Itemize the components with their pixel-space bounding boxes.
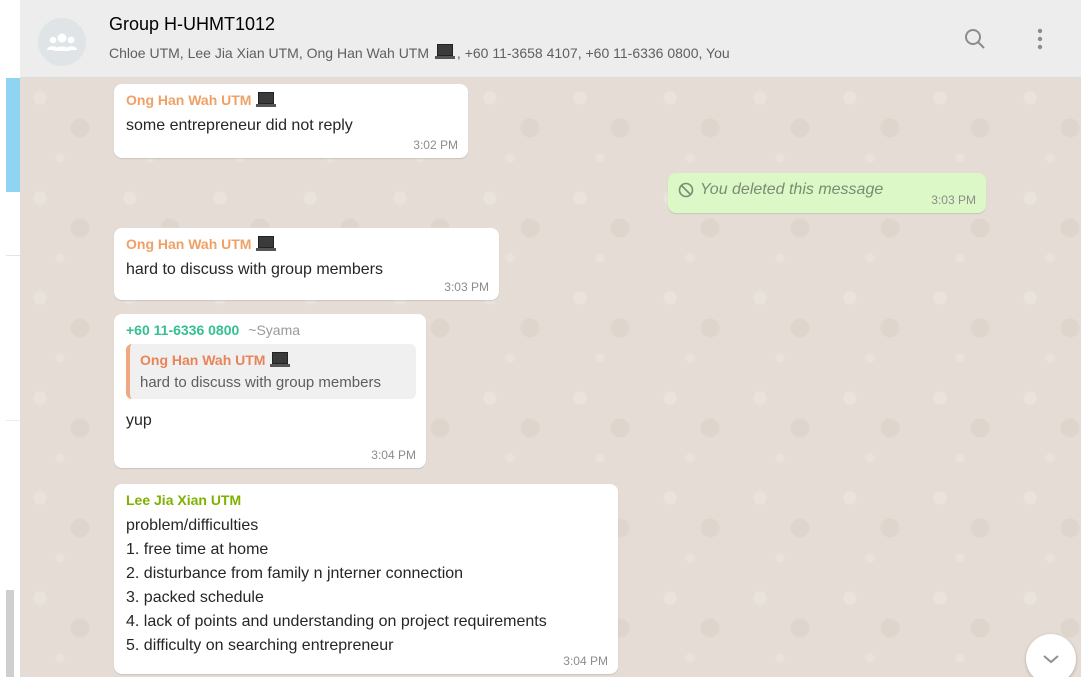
selected-chat-highlight — [6, 78, 20, 192]
laptop-emoji-icon — [256, 236, 277, 251]
message-line: 4. lack of points and understanding on p… — [126, 613, 547, 630]
more-vertical-icon — [1037, 28, 1043, 50]
menu-button[interactable] — [1025, 22, 1055, 56]
sender-tag: ~Syama — [248, 322, 301, 338]
deleted-message-bubble[interactable]: You deleted this message 3:03 PM — [668, 173, 986, 213]
quoted-sender: Ong Han Wah UTM — [140, 352, 406, 368]
laptop-emoji-icon — [270, 352, 291, 367]
blocked-icon — [678, 182, 694, 198]
search-icon — [965, 29, 985, 49]
scroll-to-bottom-button[interactable] — [1026, 634, 1076, 677]
message-time: 3:04 PM — [563, 654, 608, 668]
message-line: problem/difficulties — [126, 517, 259, 534]
message-line: 5. difficulty on searching entrepreneur — [126, 637, 394, 654]
message-text: some entrepreneur did not reply — [126, 117, 353, 134]
message-sender[interactable]: Ong Han Wah UTM — [126, 92, 458, 108]
sender-name[interactable]: Ong Han Wah UTM — [126, 236, 251, 252]
left-panel-edge — [0, 0, 20, 677]
search-button[interactable] — [960, 24, 990, 54]
message-bubble[interactable]: +60 11-6336 0800 ~Syama Ong Han Wah UTM … — [114, 314, 426, 468]
divider — [6, 420, 20, 421]
message-sender[interactable]: Lee Jia Xian UTM — [126, 492, 608, 508]
message-time: 3:02 PM — [413, 138, 458, 152]
message-bubble[interactable]: Ong Han Wah UTM some entrepreneur did no… — [114, 84, 468, 158]
message-sender[interactable]: Ong Han Wah UTM — [126, 236, 489, 252]
group-icon — [47, 33, 77, 51]
members-text-end: , +60 11-3658 4107, +60 11-6336 0800, Yo… — [456, 45, 730, 61]
quoted-message[interactable]: Ong Han Wah UTM hard to discuss with gro… — [126, 344, 416, 399]
message-time: 3:03 PM — [931, 193, 976, 207]
members-text-start: Chloe UTM, Lee Jia Xian UTM, Ong Han Wah… — [109, 45, 430, 61]
chat-title[interactable]: Group H-UHMT1012 — [109, 14, 275, 35]
message-text: yup — [126, 412, 152, 429]
message-bubble[interactable]: Ong Han Wah UTM hard to discuss with gro… — [114, 228, 499, 300]
sender-name[interactable]: Ong Han Wah UTM — [126, 92, 251, 108]
message-bubble[interactable]: Lee Jia Xian UTM problem/difficulties 1.… — [114, 484, 618, 674]
divider — [6, 255, 20, 256]
laptop-emoji-icon — [256, 92, 277, 107]
sender-phone[interactable]: +60 11-6336 0800 — [126, 322, 239, 338]
message-text: hard to discuss with group members — [126, 261, 383, 278]
quoted-text: hard to discuss with group members — [140, 374, 381, 391]
message-line: 3. packed schedule — [126, 589, 264, 606]
laptop-emoji-icon — [434, 44, 455, 59]
deleted-text: You deleted this message — [700, 181, 884, 198]
sender-name[interactable]: Lee Jia Xian UTM — [126, 492, 241, 508]
message-line: 2. disturbance from family n jnterner co… — [126, 565, 464, 582]
message-time: 3:04 PM — [371, 448, 416, 462]
quoted-sender-name: Ong Han Wah UTM — [140, 352, 266, 368]
chat-header: Group H-UHMT1012 Chloe UTM, Lee Jia Xian… — [20, 0, 1081, 78]
left-scrollbar[interactable] — [6, 590, 14, 677]
chevron-down-icon — [1043, 655, 1059, 664]
message-line: 1. free time at home — [126, 541, 269, 558]
group-members[interactable]: Chloe UTM, Lee Jia Xian UTM, Ong Han Wah… — [109, 44, 730, 61]
message-sender[interactable]: +60 11-6336 0800 ~Syama — [126, 322, 416, 338]
group-avatar[interactable] — [38, 18, 86, 66]
message-time: 3:03 PM — [444, 280, 489, 294]
chat-area[interactable]: Ong Han Wah UTM some entrepreneur did no… — [20, 78, 1081, 677]
